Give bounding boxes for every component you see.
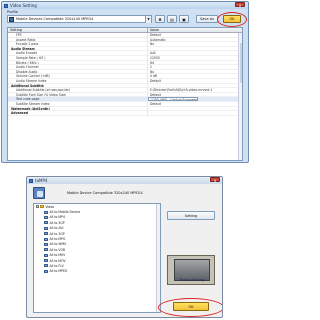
setting-name: Sample Rate ( HZ ) bbox=[8, 55, 148, 60]
setting-value[interactable]: E:\Director\ForthAID\ch3-video-mrvsrd-1 bbox=[148, 88, 212, 92]
tree-item-label: All to MPEG bbox=[49, 269, 68, 274]
setting-name: Watermark (AviSynth) bbox=[8, 106, 148, 111]
preview-caption: Format Factory bbox=[179, 278, 205, 282]
tree-item[interactable]: All to MPEG bbox=[34, 269, 160, 274]
collapse-icon[interactable]: − bbox=[36, 205, 39, 209]
profile-value: Mobile Devices Compatible 320x240 MPEG4 bbox=[16, 17, 94, 21]
setting-name: Audio Stream bbox=[8, 46, 148, 51]
format-icon bbox=[44, 210, 48, 214]
setting-value[interactable]: Default bbox=[148, 102, 161, 106]
setting-name: Volume Control (+dB) bbox=[8, 74, 148, 78]
device-icon bbox=[9, 16, 14, 22]
format-tree: − Video All to Mobile Device All to MP4 Al… bbox=[33, 203, 161, 313]
tree-item-label: All to FLV bbox=[49, 263, 64, 268]
preview-image: Format Factory bbox=[167, 255, 215, 285]
tree-scrollbar[interactable] bbox=[156, 204, 160, 312]
format-icon bbox=[44, 248, 48, 252]
video-setting-window: Video Setting x Profile Mobile Devices C… bbox=[1, 1, 249, 163]
format-icon bbox=[44, 259, 48, 263]
setting-value[interactable]: 22050 bbox=[148, 56, 160, 60]
tree-item-label: All to WMV bbox=[49, 242, 67, 247]
setting-value[interactable]: Default bbox=[148, 93, 161, 97]
tree-item-label: All to MPG bbox=[49, 237, 66, 242]
setting-button[interactable]: Setting bbox=[167, 211, 215, 220]
format-icon bbox=[44, 253, 48, 257]
setting-name: Subtitle Font Size (% Video Size) bbox=[8, 92, 148, 97]
scrollbar-thumb[interactable] bbox=[239, 43, 242, 83]
format-icon bbox=[44, 226, 48, 230]
setting-value bbox=[148, 107, 150, 111]
setting-name: Advanced bbox=[8, 111, 148, 115]
setting-name: Subtitle Stream Index bbox=[8, 101, 148, 106]
setting-value[interactable]: Default bbox=[148, 33, 161, 37]
default-profile-button[interactable]: ▣ bbox=[179, 15, 189, 23]
setting-value[interactable]: AAC bbox=[148, 51, 156, 55]
window-title: Video Setting bbox=[10, 3, 37, 8]
setting-name: Text code page bbox=[8, 97, 148, 101]
app-icon bbox=[29, 178, 33, 183]
setting-name: Aspect Ratio bbox=[8, 37, 148, 42]
format-icon bbox=[44, 221, 48, 225]
setting-value bbox=[148, 111, 150, 115]
close-button[interactable]: x bbox=[210, 177, 220, 183]
setting-value[interactable]: 0 dB bbox=[148, 74, 157, 78]
remove-profile-button[interactable]: ✖ bbox=[155, 15, 165, 23]
tree-item-label: All to Mobile Device bbox=[49, 210, 81, 215]
profile-dropdown[interactable]: Mobile Devices Compatible 320x240 MPEG4 … bbox=[7, 15, 152, 23]
format-icon bbox=[44, 215, 48, 219]
setting-name: Encode 2 pass bbox=[8, 42, 148, 46]
tree-item-label: All to AVI bbox=[49, 226, 64, 231]
tree-item-label: All to 3GP bbox=[49, 231, 65, 236]
convert-titlebar: toMP4 bbox=[27, 177, 222, 184]
save-profile-button[interactable]: ▤ bbox=[167, 15, 177, 23]
video-setting-titlebar: Video Setting bbox=[2, 2, 248, 9]
tree-item-label: All to MOV bbox=[49, 258, 66, 263]
ok-button[interactable]: OK bbox=[173, 302, 209, 311]
profile-label: Profile bbox=[7, 10, 18, 14]
app-icon bbox=[4, 3, 8, 8]
settings-scrollbar[interactable] bbox=[238, 33, 242, 160]
setting-name: Bitrate ( KB/s ) bbox=[8, 60, 148, 65]
format-icon bbox=[44, 269, 48, 273]
header-setting: Setting bbox=[8, 28, 148, 32]
setting-name: Additional Subtitle (srt;ass;ssa;idx) bbox=[8, 88, 148, 92]
folder-icon bbox=[40, 205, 44, 209]
mp4-format-icon bbox=[33, 187, 45, 199]
ok-button[interactable]: OK bbox=[223, 15, 241, 23]
format-icon bbox=[44, 237, 48, 241]
tree-item-label: All to MP4 bbox=[49, 215, 65, 220]
setting-name: Additional Subtitle bbox=[8, 83, 148, 88]
header-value: Value bbox=[150, 28, 160, 32]
convert-window-title: toMP4 bbox=[35, 178, 48, 183]
convert-window: toMP4 x Mobile Device Compatible 320x240… bbox=[26, 176, 223, 318]
setting-value[interactable]: Automatic bbox=[148, 38, 166, 42]
setting-value[interactable]: 2 bbox=[148, 65, 152, 69]
tree-item-label: All to 3GP bbox=[49, 220, 65, 225]
setting-value bbox=[148, 84, 150, 88]
setting-value[interactable]: 64 bbox=[148, 61, 154, 65]
setting-name: Audio Encode bbox=[8, 51, 148, 55]
setting-value[interactable]: Default bbox=[148, 79, 161, 83]
setting-value bbox=[148, 47, 150, 51]
output-profile-text: Mobile Device Compatible 320x240 MPEG4 bbox=[67, 191, 143, 195]
setting-name: Disable Audio bbox=[8, 69, 148, 74]
format-icon bbox=[44, 232, 48, 236]
settings-table: Setting Value FPS Default Aspect Ratio Auto… bbox=[7, 27, 243, 161]
tree-item-label: All to MKV bbox=[49, 253, 66, 258]
format-icon bbox=[44, 242, 48, 246]
save-as-button[interactable]: Save As bbox=[196, 15, 218, 23]
format-icon bbox=[44, 264, 48, 268]
close-button[interactable]: x bbox=[235, 2, 245, 8]
tree-item-label: All to VOB bbox=[49, 247, 66, 252]
setting-value[interactable]: 1250 ANSI - Central European bbox=[148, 97, 199, 101]
setting-name: Audio Stream Index bbox=[8, 78, 148, 83]
setting-name: FPS bbox=[8, 33, 148, 37]
setting-value[interactable]: No bbox=[148, 70, 154, 74]
tree-root-label: Video bbox=[45, 204, 55, 209]
chevron-down-icon[interactable]: ▼ bbox=[145, 16, 151, 23]
profile-row: Mobile Devices Compatible 320x240 MPEG4 … bbox=[7, 15, 247, 24]
settings-section-row[interactable]: Advanced bbox=[8, 111, 242, 116]
setting-name: Audio Channel bbox=[8, 65, 148, 69]
setting-value[interactable]: No bbox=[148, 42, 154, 46]
